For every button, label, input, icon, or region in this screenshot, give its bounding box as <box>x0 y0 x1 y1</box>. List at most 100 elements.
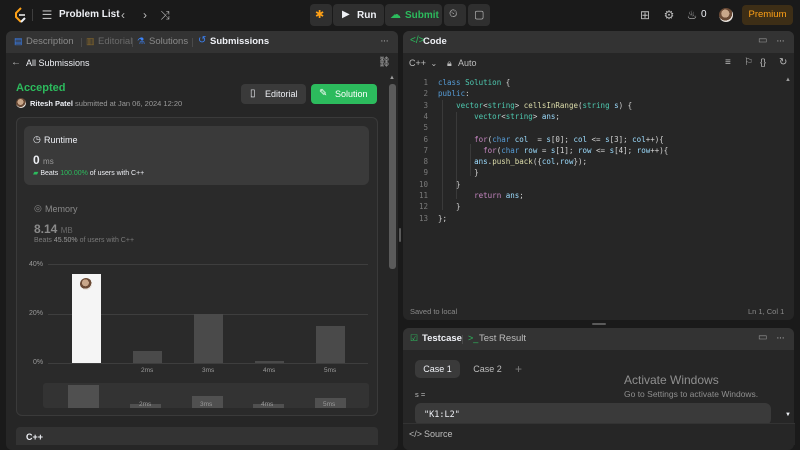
logo-icon[interactable] <box>12 7 28 23</box>
source-bar[interactable]: </> Source <box>403 423 795 445</box>
gear-icon[interactable]: ⚙ <box>662 8 676 22</box>
line-number: 13 <box>418 213 428 223</box>
y-tick-label: 40% <box>29 261 44 268</box>
x-tick-label: 5ms <box>324 367 337 374</box>
line-number: 9 <box>423 168 428 178</box>
left-panel-header: ▤ Description ▥ Editorial ⚗ Solutions ↺ … <box>6 31 398 53</box>
chevron-right-icon[interactable]: › <box>138 8 152 22</box>
chart-bar[interactable] <box>316 325 345 363</box>
memory-beats-suffix: of users with C++ <box>79 237 135 244</box>
grid-line <box>48 264 368 265</box>
tab-divider <box>192 38 193 47</box>
runtime-value: 0 ms <box>33 153 54 167</box>
more-icon[interactable]: ··· <box>380 35 389 47</box>
grid-icon[interactable]: ⊞ <box>638 8 652 22</box>
timer-icon: ⏲ <box>449 8 458 20</box>
tab-description[interactable]: Description <box>26 36 74 47</box>
code-line: } <box>438 202 461 212</box>
line-number: 2 <box>423 89 428 99</box>
code-icon: </> <box>409 429 423 439</box>
all-submissions-link[interactable]: All Submissions <box>26 58 90 68</box>
case-2-tab[interactable]: Case 2 <box>465 360 510 378</box>
timer-button[interactable]: ⏲ <box>444 4 466 26</box>
tab-submissions[interactable]: Submissions <box>210 36 269 47</box>
vertical-resize-handle[interactable] <box>399 228 401 242</box>
grid-line <box>48 363 368 364</box>
windows-watermark: Activate Windows Go to Settings to activ… <box>624 373 758 399</box>
code-line: class Solution { <box>438 78 511 87</box>
memory-beats-prefix: Beats <box>34 237 52 244</box>
more-icon[interactable]: ··· <box>776 35 785 47</box>
list-icon[interactable]: ☰ <box>40 8 54 22</box>
line-number: 11 <box>418 191 428 200</box>
debug-button[interactable]: ✱ <box>310 4 332 26</box>
runtime-box[interactable]: ◷ Runtime 0 ms ▰ Beats 100.00% of users … <box>24 126 369 185</box>
code-scroll-up-icon[interactable]: ▲ <box>785 77 791 83</box>
testcase-input[interactable]: "K1:L2" <box>415 403 771 425</box>
auto-mode[interactable]: Auto <box>458 58 477 68</box>
author-name[interactable]: Ritesh Patel <box>30 99 73 108</box>
cursor-position: Ln 1, Col 1 <box>748 307 785 316</box>
editorial-tab-icon: ▥ <box>86 36 95 46</box>
line-number: 4 <box>423 111 428 121</box>
chart-range-slider[interactable]: 2ms 3ms 4ms 5ms <box>43 383 369 408</box>
tab-editorial[interactable]: Editorial <box>98 36 132 47</box>
shuffle-icon[interactable]: ⤨ <box>158 8 172 22</box>
line-number: 6 <box>423 134 428 144</box>
tab-solutions[interactable]: Solutions <box>149 36 188 47</box>
submit-button[interactable]: ☁ Submit <box>385 4 442 26</box>
watermark-title: Activate Windows <box>624 373 719 387</box>
case-1-tab[interactable]: Case 1 <box>415 360 460 378</box>
chart-bar[interactable] <box>133 350 162 363</box>
braces-icon[interactable]: {} <box>760 57 766 67</box>
problem-list-link[interactable]: Problem List <box>59 9 120 20</box>
notes-button[interactable]: ▢ <box>468 4 490 26</box>
saved-status: Saved to local <box>410 307 458 316</box>
reset-icon[interactable]: ↻ <box>779 57 787 68</box>
premium-button[interactable]: Premium <box>742 5 793 25</box>
source-label: Source <box>424 429 453 439</box>
more-icon[interactable]: ··· <box>776 332 785 344</box>
code-title: Code <box>423 36 447 47</box>
user-avatar[interactable] <box>719 8 733 22</box>
chevron-left-icon[interactable]: ‹ <box>116 8 130 22</box>
memory-number: 8.14 <box>34 222 58 236</box>
link-icon[interactable]: ⛓ <box>378 57 391 68</box>
solution-button[interactable]: ✎ Solution <box>311 84 377 104</box>
testcase-panel-header: ☑ Testcase >_ Test Result ▭ ··· <box>403 328 794 350</box>
tab-test-result[interactable]: Test Result <box>479 333 526 344</box>
code-editor[interactable]: 1 class Solution {2 public: 3 vector<string… <box>408 76 786 296</box>
y-tick-label: 20% <box>29 310 44 317</box>
submit-label: Submit <box>405 10 439 21</box>
mini-label: 4ms <box>261 401 274 408</box>
left-scroll-thumb[interactable] <box>389 84 396 269</box>
fire-icon[interactable]: ♨ <box>685 8 699 22</box>
chart-bar[interactable] <box>194 313 223 363</box>
runtime-label: Runtime <box>44 135 78 145</box>
fullscreen-icon[interactable]: ▭ <box>758 35 767 46</box>
format-icon[interactable]: ≡ <box>725 57 731 68</box>
expand-icon[interactable]: ▭ <box>758 332 767 343</box>
code-line: public: <box>438 89 470 99</box>
description-icon: ▤ <box>14 36 23 46</box>
flask-icon: ⚗ <box>137 36 146 46</box>
mini-bar <box>68 385 99 408</box>
run-button[interactable]: ▶ Run <box>333 4 384 26</box>
line-number: 3 <box>423 100 428 110</box>
bookmark-icon[interactable]: ⚐ <box>744 57 753 68</box>
horizontal-resize-handle[interactable] <box>592 323 606 325</box>
cloud-upload-icon: ☁ <box>390 9 401 21</box>
language-select[interactable]: C++ ⌄ <box>409 58 437 68</box>
history-icon: ↺ <box>198 35 207 46</box>
testcase-scroll-down-icon[interactable]: ▼ <box>785 412 791 418</box>
scroll-up-icon[interactable]: ▲ <box>389 75 395 81</box>
back-arrow-icon[interactable]: ← <box>11 57 21 68</box>
add-case-button[interactable]: + <box>515 362 522 376</box>
x-tick-label: 4ms <box>263 367 276 374</box>
editorial-button[interactable]: ▯ Editorial <box>241 84 306 104</box>
tab-testcase[interactable]: Testcase <box>422 333 462 344</box>
language-bar[interactable]: C++ <box>16 427 378 445</box>
your-submission-avatar <box>80 278 92 290</box>
line-number: 1 <box>423 78 428 87</box>
chart-bar[interactable] <box>255 360 284 363</box>
